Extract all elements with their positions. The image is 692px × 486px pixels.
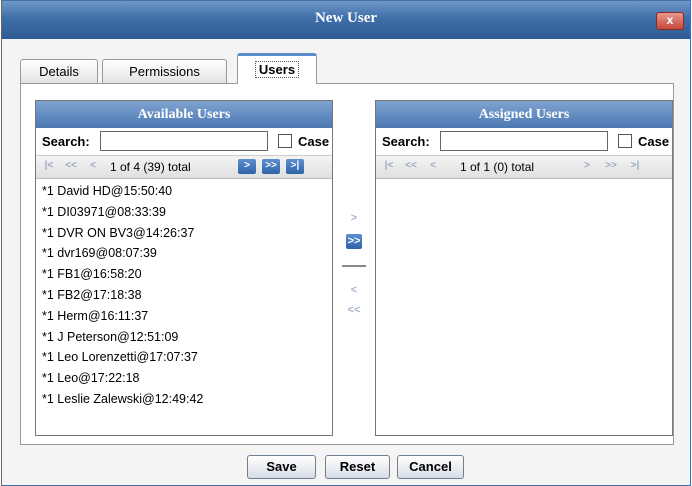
assigned-search-label: Search: [382,134,430,149]
list-item[interactable]: *1 J Peterson@12:51:09 [36,327,332,348]
first-page-icon[interactable]: |< [380,159,398,174]
reset-button[interactable]: Reset [325,455,390,479]
title-bar[interactable]: New User x [2,1,690,39]
list-item[interactable]: *1 David HD@15:50:40 [36,181,332,202]
next-page-icon[interactable]: > [238,159,256,174]
list-item[interactable]: *1 FB1@16:58:20 [36,264,332,285]
first-page-icon[interactable]: |< [40,159,58,174]
assigned-case-label: Case [638,134,670,149]
remove-all-users-icon[interactable]: << [346,303,362,318]
next-fast-icon[interactable]: >> [602,159,620,174]
assigned-search-input[interactable] [440,131,608,151]
assigned-case-checkbox[interactable] [618,134,632,148]
next-page-icon[interactable]: > [578,159,596,174]
available-search-input[interactable] [100,131,268,151]
next-fast-icon[interactable]: >> [262,159,280,174]
available-case-label: Case [298,134,330,149]
assigned-users-header: Assigned Users [376,101,672,128]
cancel-button[interactable]: Cancel [397,455,464,479]
tab-users[interactable]: Users [237,53,317,84]
assigned-pager-text: 1 of 1 (0) total [460,160,535,174]
tab-users-label: Users [254,61,300,78]
available-search-label: Search: [42,134,90,149]
available-users-header: Available Users [36,101,332,128]
prev-page-icon[interactable]: < [424,159,442,174]
assigned-search-row: Search: Case [376,128,672,156]
available-users-panel: Available Users Search: Case |< << < 1 o… [35,100,333,436]
prev-page-icon[interactable]: < [84,159,102,174]
last-page-icon[interactable]: >| [286,159,304,174]
available-pager: |< << < 1 of 4 (39) total > >> >| [36,156,332,179]
add-user-icon[interactable]: > [346,211,362,226]
assigned-users-list[interactable] [376,179,672,181]
close-icon[interactable]: x [656,12,684,30]
list-item[interactable]: *1 DVR ON BV3@14:26:37 [36,223,332,244]
tab-permissions[interactable]: Permissions [102,59,227,83]
list-item[interactable]: *1 Leo Lorenzetti@17:07:37 [36,347,332,368]
move-separator [342,265,366,267]
assigned-users-panel: Assigned Users Search: Case |< << < 1 of… [375,100,673,436]
available-pager-text: 1 of 4 (39) total [110,160,191,174]
list-item[interactable]: *1 Leslie Zalewski@12:49:42 [36,389,332,410]
list-item[interactable]: *1 FB2@17:18:38 [36,285,332,306]
prev-fast-icon[interactable]: << [62,159,80,174]
tab-details[interactable]: Details [20,59,98,83]
save-button[interactable]: Save [247,455,316,479]
dialog-title: New User [314,10,378,26]
assigned-pager: |< << < 1 of 1 (0) total > >> >| [376,156,672,179]
remove-user-icon[interactable]: < [346,283,362,298]
add-all-users-icon[interactable]: >> [346,234,362,249]
prev-fast-icon[interactable]: << [402,159,420,174]
last-page-icon[interactable]: >| [626,159,644,174]
available-search-row: Search: Case [36,128,332,156]
list-item[interactable]: *1 DI03971@08:33:39 [36,202,332,223]
available-case-checkbox[interactable] [278,134,292,148]
list-item[interactable]: *1 dvr169@08:07:39 [36,243,332,264]
available-users-list[interactable]: *1 David HD@15:50:40 *1 DI03971@08:33:39 *… [36,179,332,410]
list-item[interactable]: *1 Herm@16:11:37 [36,306,332,327]
list-item[interactable]: *1 Leo@17:22:18 [36,368,332,389]
